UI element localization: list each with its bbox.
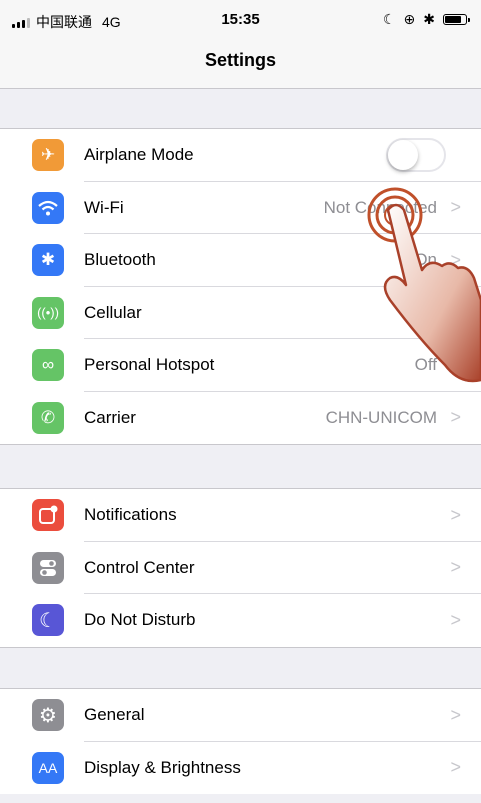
notifications-row[interactable]: Notifications >: [0, 489, 481, 542]
row-label: Cellular: [84, 302, 142, 322]
row-label: Airplane Mode: [84, 145, 194, 165]
row-value: Not Connected: [323, 197, 437, 217]
settings-group-notifications: Notifications > Control Center > ☾ Do No…: [0, 488, 481, 648]
moon-icon: ☾: [32, 604, 64, 637]
personal-hotspot-row[interactable]: ∞ Personal Hotspot Off >: [0, 339, 481, 392]
chevron-right-icon: >: [450, 197, 461, 218]
airplane-mode-toggle[interactable]: [386, 138, 446, 173]
airplane-icon: ✈: [32, 139, 64, 172]
airplane-mode-row[interactable]: ✈ Airplane Mode: [0, 129, 481, 182]
general-row[interactable]: ⚙ General >: [0, 689, 481, 742]
battery-icon: [443, 14, 470, 25]
chevron-right-icon: >: [450, 609, 461, 630]
chevron-right-icon: >: [450, 557, 461, 578]
chevron-right-icon: >: [450, 407, 461, 428]
hotspot-icon: ∞: [32, 349, 64, 382]
row-label: Notifications: [84, 505, 177, 525]
settings-group-general: ⚙ General > AA Display & Brightness >: [0, 688, 481, 794]
status-bar-right: ☾ ⊕ ✱: [382, 11, 470, 28]
display-brightness-icon: AA: [32, 751, 64, 784]
carrier-row[interactable]: ✆ Carrier CHN-UNICOM >: [0, 392, 481, 445]
row-label: Personal Hotspot: [84, 355, 215, 375]
bluetooth-icon: ✱: [423, 11, 435, 27]
row-label: Wi-Fi: [84, 197, 124, 217]
cellular-icon: ((•)): [32, 296, 64, 329]
bluetooth-row[interactable]: ✱ Bluetooth On >: [0, 234, 481, 287]
row-label: Display & Brightness: [84, 757, 241, 777]
settings-group-connectivity: ✈ Airplane Mode Wi-Fi Not Connected > ✱ …: [0, 128, 481, 445]
chevron-right-icon: >: [450, 302, 461, 323]
row-value: On: [414, 250, 437, 270]
chevron-right-icon: >: [450, 504, 461, 525]
moon-icon: ☾: [382, 11, 396, 27]
row-value: Off: [414, 355, 437, 375]
status-bar: 中国联通 4G 15:35 ☾ ⊕ ✱: [0, 0, 481, 40]
row-value: CHN-UNICOM: [325, 407, 437, 427]
chevron-right-icon: >: [450, 757, 461, 778]
location-lock-icon: ⊕: [403, 11, 416, 27]
page-title: Settings: [204, 50, 276, 70]
row-label: Control Center: [84, 557, 195, 577]
row-label: Do Not Disturb: [84, 610, 196, 630]
chevron-right-icon: >: [450, 249, 461, 270]
display-brightness-row[interactable]: AA Display & Brightness >: [0, 742, 481, 795]
cellular-row[interactable]: ((•)) Cellular >: [0, 287, 481, 339]
row-label: Bluetooth: [84, 250, 156, 270]
chevron-right-icon: >: [450, 704, 461, 725]
row-label: Carrier: [84, 407, 136, 427]
phone-icon: ✆: [32, 401, 64, 434]
toggle-knob: [388, 140, 418, 171]
control-center-row[interactable]: Control Center >: [0, 542, 481, 594]
chevron-right-icon: >: [450, 354, 461, 375]
wifi-row[interactable]: Wi-Fi Not Connected >: [0, 182, 481, 234]
navigation-bar: Settings: [0, 40, 481, 89]
bluetooth-icon: ✱: [32, 244, 64, 277]
gear-icon: ⚙: [32, 699, 64, 732]
control-center-icon: [32, 551, 64, 584]
notifications-icon: [32, 499, 64, 532]
wifi-icon: [32, 191, 64, 224]
do-not-disturb-row[interactable]: ☾ Do Not Disturb >: [0, 594, 481, 647]
row-label: General: [84, 705, 145, 725]
